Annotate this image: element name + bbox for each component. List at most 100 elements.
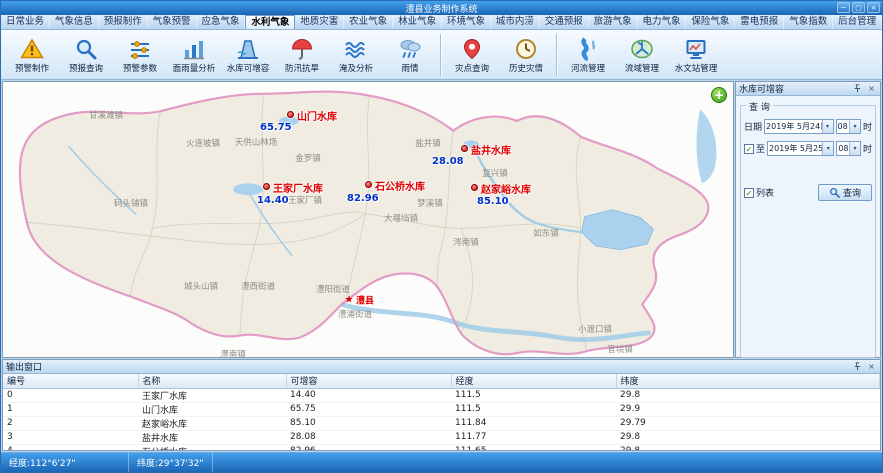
town-label: 澧浦街道 <box>338 308 372 320</box>
menu-tab[interactable]: 预报制作 <box>99 15 148 29</box>
map-add-icon[interactable]: + <box>711 87 727 103</box>
town-label: 码头铺镇 <box>114 197 148 209</box>
toolbar-button[interactable]: 流域管理 <box>615 35 669 74</box>
hour-to-select[interactable]: 08 ▾ <box>836 141 861 156</box>
town-label: 复兴镇 <box>482 167 508 179</box>
toolbar-button[interactable]: 预警参数 <box>113 35 167 74</box>
menu-tab[interactable]: 后台管理 <box>833 15 882 29</box>
basin-icon <box>630 37 654 61</box>
app-window: 澧县业务制作系统 ─ □ × 日常业务气象信息预报制作气象预警应急气象水利气象地… <box>0 0 883 473</box>
map-area[interactable]: 甘溪滩镇火连坡镇天供山林场金罗镇盐井镇码头铺镇王家厂镇梦溪镇复兴镇大堰垱镇涔南镇… <box>2 81 734 358</box>
menu-tab[interactable]: 农业气象 <box>344 15 393 29</box>
output-cell: 29.8 <box>616 444 880 450</box>
menu-tab[interactable]: 电力气象 <box>638 15 687 29</box>
query-form: 查 询 日期 2019年 5月24日 ▾ 08 ▾ 时 <box>736 96 880 357</box>
search-icon <box>829 187 840 198</box>
output-cell: 28.08 <box>286 430 451 444</box>
output-cell: 111.5 <box>451 388 616 402</box>
menu-tab[interactable]: 气象指数 <box>784 15 833 29</box>
toolbar-button[interactable]: 面雨量分析 <box>167 35 221 74</box>
output-column-header[interactable]: 纬度 <box>616 374 880 388</box>
menu-tab[interactable]: 城市内涝 <box>491 15 540 29</box>
query-button[interactable]: 查询 <box>818 184 872 201</box>
hour-from-select[interactable]: 08 ▾ <box>836 119 861 134</box>
menu-tab[interactable]: 日常业务 <box>1 15 50 29</box>
output-cell: 1 <box>3 402 138 416</box>
menu-tab[interactable]: 保险气象 <box>686 15 735 29</box>
raincloud-icon <box>398 37 422 61</box>
toolbar-button[interactable]: 灾点查询 <box>445 35 499 74</box>
list-checkbox[interactable]: ✓ <box>744 188 754 198</box>
output-title: 输出窗口 <box>6 360 42 373</box>
menu-tab[interactable]: 地质灾害 <box>295 15 344 29</box>
date-from-select[interactable]: 2019年 5月24日 ▾ <box>764 119 834 134</box>
reservoir-marker[interactable] <box>263 183 270 190</box>
chevron-down-icon[interactable]: ▾ <box>849 120 860 133</box>
minimize-icon[interactable]: ─ <box>837 2 850 13</box>
reservoir-marker[interactable] <box>287 111 294 118</box>
menu-tab[interactable]: 应急气象 <box>197 15 246 29</box>
toolbar-button[interactable]: 河流管理 <box>561 35 615 74</box>
toolbar-button[interactable]: 防汛抗旱 <box>275 35 329 74</box>
group-title: 查 询 <box>746 100 773 113</box>
output-table-row[interactable]: 2赵家峪水库85.10111.8429.79 <box>3 416 880 430</box>
hour-suffix-label: 时 <box>863 142 872 155</box>
chevron-down-icon[interactable]: ▾ <box>822 120 833 133</box>
close-icon[interactable]: × <box>867 2 880 13</box>
toolbar-button[interactable]: 历史灾情 <box>499 35 553 74</box>
reservoir-marker[interactable] <box>461 145 468 152</box>
maximize-icon[interactable]: □ <box>852 2 865 13</box>
toolbar-button[interactable]: 预警制作 <box>5 35 59 74</box>
toolbar-button[interactable]: 水文站管理 <box>669 35 723 74</box>
hour-suffix-label: 时 <box>863 120 872 133</box>
output-table-row[interactable]: 3盐井水库28.08111.7729.8 <box>3 430 880 444</box>
pin-icon[interactable] <box>852 83 863 94</box>
menu-tab[interactable]: 雷电预报 <box>735 15 784 29</box>
menu-tab[interactable]: 交通预报 <box>540 15 589 29</box>
pin-icon[interactable] <box>852 361 863 372</box>
chevron-down-icon[interactable]: ▾ <box>849 142 860 155</box>
reservoir-marker[interactable] <box>471 184 478 191</box>
output-cell: 111.84 <box>451 416 616 430</box>
town-label: 梦溪镇 <box>417 197 443 209</box>
output-column-header[interactable]: 名称 <box>138 374 286 388</box>
pin-icon <box>460 37 484 61</box>
toolbar-button[interactable]: 淹及分析 <box>329 35 383 74</box>
toolbar-label: 预警制作 <box>15 62 49 74</box>
menu-tab[interactable]: 旅游气象 <box>589 15 638 29</box>
menu-tab[interactable]: 水利气象 <box>245 15 295 29</box>
output-table: 编号名称可增容经度纬度 0王家厂水库14.40111.529.81山门水库65.… <box>3 374 880 450</box>
output-column-header[interactable]: 编号 <box>3 374 138 388</box>
toolbar-label: 灾点查询 <box>455 62 489 74</box>
menu-tab[interactable]: 林业气象 <box>393 15 442 29</box>
output-column-header[interactable]: 经度 <box>451 374 616 388</box>
menu-tab[interactable]: 环境气象 <box>442 15 491 29</box>
close-icon[interactable]: × <box>866 361 877 372</box>
output-column-header[interactable]: 可增容 <box>286 374 451 388</box>
list-label: 列表 <box>756 186 774 199</box>
menu-tab-bar: 日常业务气象信息预报制作气象预警应急气象水利气象地质灾害农业气象林业气象环境气象… <box>1 15 882 30</box>
output-window: 输出窗口 × 编号名称可增容经度纬度 0王家厂水库14.40111.529.81… <box>2 359 881 451</box>
list-query-row: ✓ 列表 查询 <box>744 184 872 201</box>
toolbar-button[interactable]: 雨情 <box>383 35 437 74</box>
output-table-row[interactable]: 0王家厂水库14.40111.529.8 <box>3 388 880 402</box>
params-icon <box>128 37 152 61</box>
close-icon[interactable]: × <box>866 83 877 94</box>
output-table-row[interactable]: 4石公桥水库82.96111.6529.8 <box>3 444 880 450</box>
toolbar-button[interactable]: 预报查询 <box>59 35 113 74</box>
chevron-down-icon[interactable]: ▾ <box>822 142 833 155</box>
toolbar-separator <box>556 34 558 76</box>
date-label: 日期 <box>744 120 762 133</box>
status-bar: 经度:112°6'27" 纬度:29°37'32" <box>1 452 882 472</box>
date-to-select[interactable]: 2019年 5月25日 ▾ <box>767 141 834 156</box>
to-checkbox[interactable]: ✓ <box>744 144 754 154</box>
output-cell: 82.96 <box>286 444 451 450</box>
toolbar-button[interactable]: 水库可增容 <box>221 35 275 74</box>
toolbar-separator <box>440 34 442 76</box>
reservoir-marker[interactable] <box>365 181 372 188</box>
menu-tab[interactable]: 气象信息 <box>50 15 99 29</box>
output-cell: 盐井水库 <box>138 430 286 444</box>
reservoir-capacity-value: 85.10 <box>477 196 509 207</box>
output-table-row[interactable]: 1山门水库65.75111.529.9 <box>3 402 880 416</box>
menu-tab[interactable]: 气象预警 <box>148 15 197 29</box>
